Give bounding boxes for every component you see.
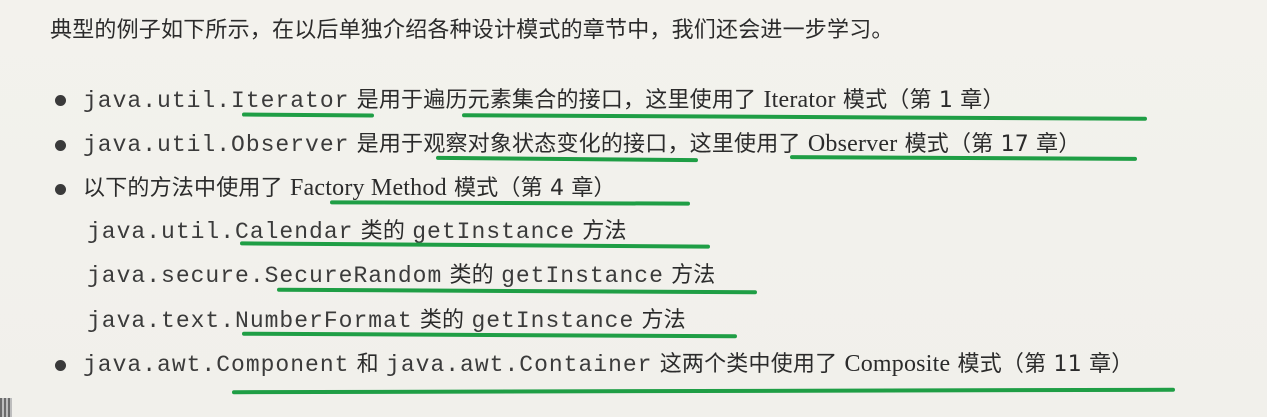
item-text: 类的: [442, 263, 502, 288]
method-name: getInstance: [412, 219, 576, 245]
book-page: 典型的例子如下所示，在以后单独介绍各种设计模式的章节中，我们还会进一步学习。 j…: [0, 0, 1267, 417]
list-item-iterator: java.util.Iterator 是用于遍历元素集合的接口，这里使用了 It…: [83, 85, 1005, 116]
code-text: java.util.Iterator: [83, 88, 350, 114]
bullet-icon: [55, 95, 66, 106]
underline-mark: [329, 200, 691, 206]
item-text: 方法: [634, 308, 686, 333]
chapter-ref: 模式（第 4 章）: [446, 176, 616, 201]
item-text: 这两个类中使用了: [652, 352, 845, 377]
item-text: 是用于观察对象状态变化的接口，这里使用了: [349, 132, 808, 157]
chapter-ref: 模式（第 11 章）: [950, 352, 1134, 377]
item-text: 方法: [575, 219, 627, 244]
intro-paragraph: 典型的例子如下所示，在以后单独介绍各种设计模式的章节中，我们还会进一步学习。: [50, 18, 894, 43]
chapter-ref: 模式（第 17 章）: [897, 132, 1081, 157]
item-text: 类的: [412, 308, 472, 333]
sub-item-numberformat: java.text.NumberFormat 类的 getInstance 方法: [87, 305, 686, 336]
underline-mark: [239, 241, 711, 249]
sub-item-securerandom: java.secure.SecureRandom 类的 getInstance …: [87, 260, 715, 291]
chapter-ref: 模式（第 1 章）: [835, 88, 1005, 113]
code-text: java.awt.Container: [386, 352, 653, 378]
bullet-icon: [55, 360, 66, 371]
pattern-name: Factory Method: [290, 175, 447, 201]
underline-mark: [789, 155, 1138, 161]
method-name: getInstance: [471, 308, 635, 334]
page-edge-shadow: [0, 398, 12, 417]
pattern-name: Composite: [844, 351, 951, 377]
code-text: java.text.NumberFormat: [87, 308, 413, 334]
list-item-composite: java.awt.Component 和 java.awt.Container …: [83, 349, 1134, 380]
list-item-factory-method: 以下的方法中使用了 Factory Method 模式（第 4 章）: [83, 173, 616, 204]
item-text: 类的: [353, 219, 413, 244]
underline-mark: [461, 113, 1148, 121]
bullet-icon: [55, 140, 66, 151]
code-text: java.awt.Component: [83, 352, 350, 378]
item-text: 和: [349, 352, 387, 377]
bullet-icon: [55, 184, 66, 195]
method-name: getInstance: [501, 263, 664, 289]
underline-mark: [231, 387, 1176, 395]
underline-mark: [241, 112, 375, 118]
code-text: java.util.Observer: [83, 132, 350, 158]
item-text: 以下的方法中使用了: [83, 176, 290, 201]
item-text: 是用于遍历元素集合的接口，这里使用了: [349, 88, 764, 113]
pattern-name: Iterator: [763, 87, 836, 113]
item-text: 方法: [663, 263, 716, 288]
pattern-name: Observer: [807, 131, 898, 157]
code-text: java.secure.SecureRandom: [87, 263, 443, 289]
